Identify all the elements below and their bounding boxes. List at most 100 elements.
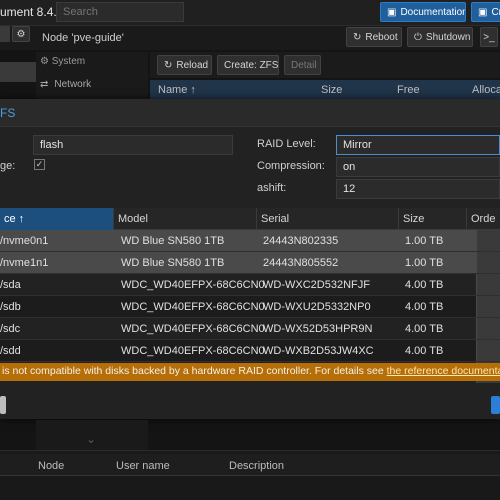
column-header-allocated[interactable]: Allocat — [472, 84, 500, 96]
column-header-user-name[interactable]: User name — [116, 460, 170, 472]
raid-warning-banner: is not compatible with disks backed by a… — [0, 363, 500, 381]
compression-label: Compression: — [257, 160, 325, 172]
ashift-label: ashift: — [257, 182, 287, 194]
node-title: Node 'pve-guide' — [42, 32, 124, 44]
nav-item-system[interactable]: ⚙ System — [40, 56, 85, 67]
disk-device: /nvme0n1 — [0, 235, 49, 247]
raid-level-label: RAID Level: — [257, 138, 316, 150]
disk-order-field[interactable] — [476, 318, 500, 339]
documentation-label: Documentation — [400, 6, 466, 18]
raid-level-select[interactable] — [336, 135, 500, 155]
app-title: ument 8.4.1 — [0, 5, 64, 19]
detail-button[interactable]: Detail — [284, 55, 321, 75]
column-header-size[interactable]: Size — [398, 208, 466, 230]
column-header-name[interactable]: Name ↑ — [158, 84, 196, 96]
column-header-description[interactable]: Description — [229, 460, 284, 472]
reload-button[interactable]: ↻ Reload — [157, 55, 212, 75]
reboot-button[interactable]: ↻ Reboot — [346, 27, 402, 47]
help-button[interactable] — [0, 396, 6, 414]
disk-serial: 24443N802335 — [263, 235, 339, 247]
network-icon: ⇄ — [40, 79, 49, 90]
disk-model: WDC_WD40EFPX-68C6CN0 — [121, 301, 265, 313]
terminal-icon: >_ — [483, 31, 495, 43]
column-header-size[interactable]: Size — [321, 84, 342, 96]
disk-order-field[interactable] — [476, 230, 500, 251]
monitor-icon: ▣ — [478, 6, 488, 18]
reload-icon: ↻ — [164, 59, 173, 71]
add-storage-label: ge: — [0, 160, 16, 172]
disk-size: 4.00 TB — [405, 301, 444, 313]
reference-documentation-link[interactable]: the reference documentation — [387, 365, 500, 377]
nav-item-network-label: Network — [54, 79, 92, 90]
gear-icon: ⚙ — [16, 28, 26, 40]
column-header-model[interactable]: Model — [113, 208, 256, 230]
reload-icon: ↻ — [353, 31, 362, 43]
book-icon: ▣ — [387, 6, 397, 18]
search-input[interactable] — [56, 2, 184, 22]
name-input[interactable] — [33, 135, 233, 155]
disk-device: /nvme1n1 — [0, 257, 49, 269]
dialog-footer — [0, 383, 500, 419]
disk-device: /sdd — [0, 345, 21, 357]
create-zfs-button[interactable]: Create: ZFS — [217, 55, 279, 75]
disk-order-field[interactable] — [476, 340, 500, 361]
disk-model: WDC_WD40EFPX-68C6CN0 — [121, 323, 265, 335]
disk-serial: 24443N805552 — [263, 257, 339, 269]
disk-device: /sda — [0, 279, 21, 291]
ashift-input[interactable] — [336, 179, 500, 199]
disk-size: 1.00 TB — [405, 257, 444, 269]
warning-text: is not compatible with disks backed by a… — [2, 365, 387, 377]
disk-row[interactable]: /nvme0n1 WD Blue SN580 1TB 24443N802335 1.0… — [0, 230, 500, 252]
disk-serial: WD-WXB2D53JW4XC — [263, 345, 374, 357]
system-icon: ⚙ — [40, 56, 49, 67]
create-vm-label: Cr — [491, 6, 500, 18]
dialog-header — [0, 99, 500, 127]
compression-select[interactable] — [336, 157, 500, 177]
disk-model: WD Blue SN580 1TB — [121, 257, 225, 269]
column-header-device[interactable]: ce ↑ — [0, 208, 113, 230]
disk-model: WDC_WD40EFPX-68C6CN0 — [121, 345, 265, 357]
power-icon: ⏻ — [414, 31, 422, 43]
nav-item-system-label: System — [51, 56, 86, 67]
tree-selected-item[interactable] — [0, 62, 36, 82]
view-selector[interactable] — [0, 26, 10, 42]
chevron-down-icon[interactable]: ⌄ — [86, 432, 96, 446]
nav-item-network[interactable]: ⇄ Network — [40, 79, 91, 90]
disk-serial: WD-WXU2D5332NP0 — [263, 301, 371, 313]
documentation-button[interactable]: ▣ Documentation — [380, 2, 466, 22]
disk-order-field[interactable] — [476, 296, 500, 317]
create-zfs-label: Create: ZFS — [224, 59, 279, 71]
disk-row[interactable]: /sdd WDC_WD40EFPX-68C6CN0 WD-WXB2D53JW4XC 4… — [0, 340, 500, 362]
create-vm-button[interactable]: ▣ Cr — [471, 2, 500, 22]
disk-serial: WD-WX52D53HPR9N — [263, 323, 373, 335]
disk-row[interactable]: /sda WDC_WD40EFPX-68C6CN0 WD-WXC2D532NFJF 4… — [0, 274, 500, 296]
create-button[interactable] — [491, 396, 500, 414]
detail-label: Detail — [291, 59, 317, 71]
disk-row[interactable]: /sdc WDC_WD40EFPX-68C6CN0 WD-WX52D53HPR9N 4… — [0, 318, 500, 340]
disk-model: WD Blue SN580 1TB — [121, 235, 225, 247]
disk-row[interactable]: /sdb WDC_WD40EFPX-68C6CN0 WD-WXU2D5332NP0 4… — [0, 296, 500, 318]
reboot-label: Reboot — [365, 31, 398, 43]
disk-order-field[interactable] — [476, 274, 500, 295]
column-header-order[interactable]: Orde — [466, 208, 500, 230]
disk-size: 4.00 TB — [405, 345, 444, 357]
disk-serial: WD-WXC2D532NFJF — [263, 279, 370, 291]
disk-order-field[interactable] — [476, 252, 500, 273]
column-header-node[interactable]: Node — [38, 460, 64, 472]
shutdown-button[interactable]: ⏻ Shutdown — [407, 27, 473, 47]
disk-size: 4.00 TB — [405, 323, 444, 335]
disk-size: 1.00 TB — [405, 235, 444, 247]
gear-button[interactable]: ⚙ — [12, 26, 30, 42]
column-header-free[interactable]: Free — [397, 84, 420, 96]
add-storage-checkbox[interactable]: ✓ — [34, 159, 45, 170]
disk-row[interactable]: /nvme1n1 WD Blue SN580 1TB 24443N805552 1.0… — [0, 252, 500, 274]
dialog-title: FS — [0, 106, 16, 120]
more-button[interactable]: >_ — [480, 27, 498, 47]
disk-device: /sdb — [0, 301, 21, 313]
column-header-serial[interactable]: Serial — [256, 208, 398, 230]
disk-size: 4.00 TB — [405, 279, 444, 291]
shutdown-label: Shutdown — [425, 31, 471, 43]
reload-label: Reload — [176, 59, 209, 71]
disk-model: WDC_WD40EFPX-68C6CN0 — [121, 279, 265, 291]
disk-device: /sdc — [0, 323, 21, 335]
